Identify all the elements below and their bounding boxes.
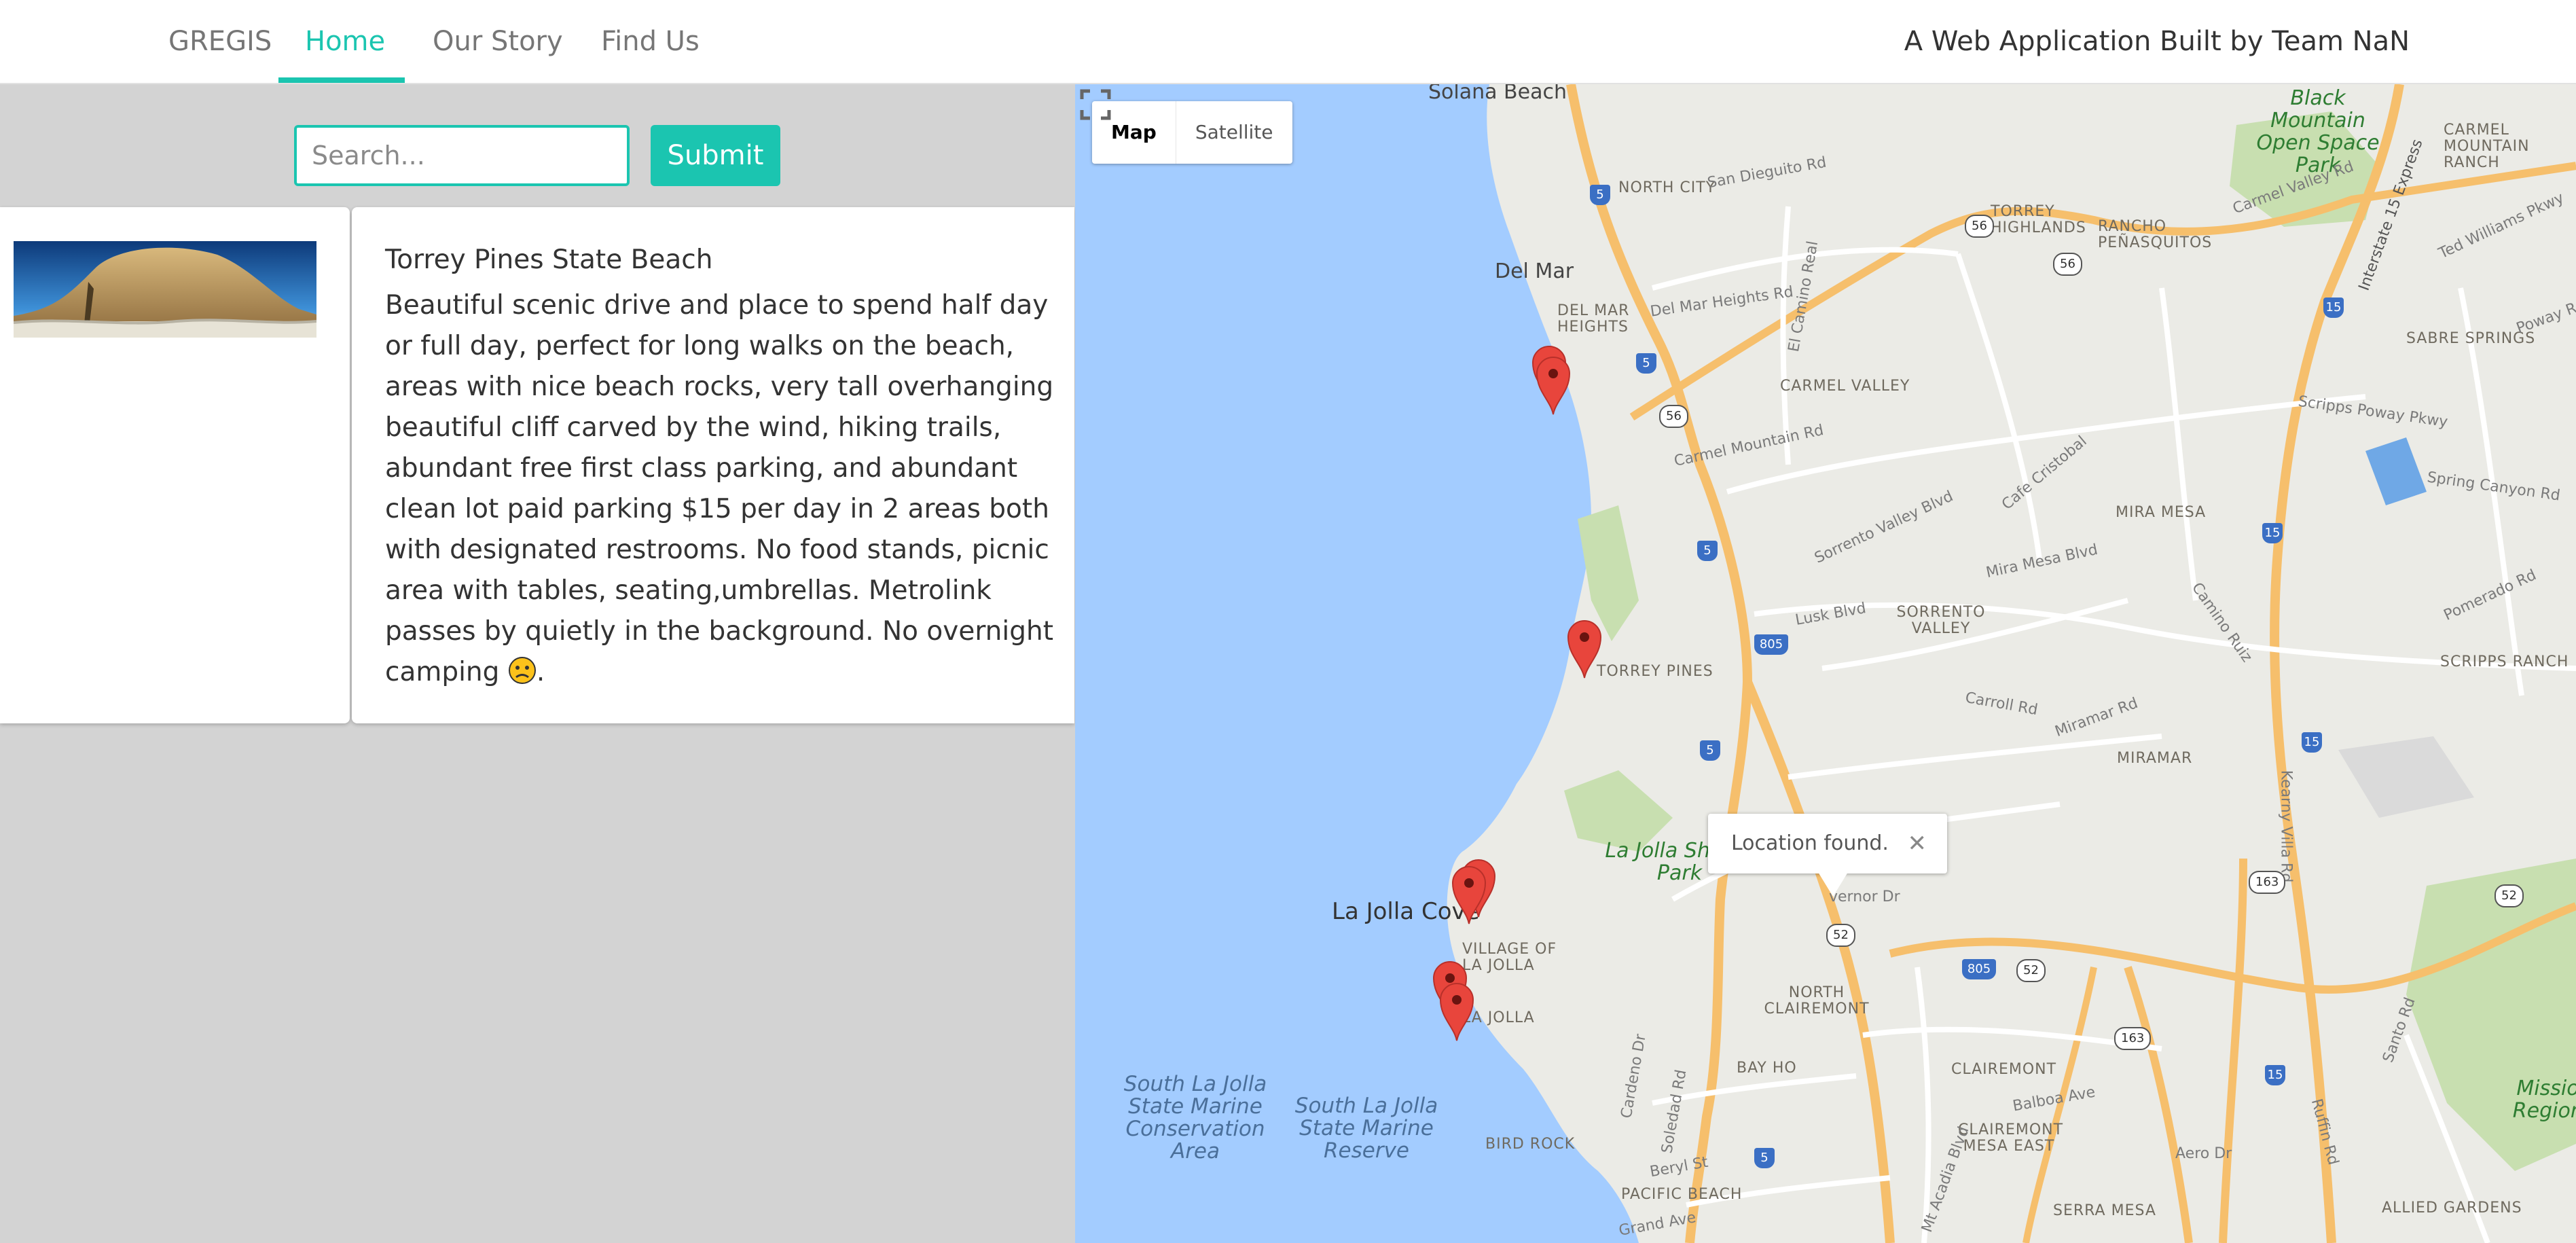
highway-5-shield-icon: 5 (1700, 740, 1720, 761)
map-label-mission-regional: Mission Regiona (2512, 1077, 2576, 1123)
highway-5-shield-icon: 5 (1636, 353, 1656, 374)
nav-active-indicator (278, 77, 405, 83)
close-icon[interactable]: ✕ (1908, 814, 1927, 873)
highway-15-shield-icon: 15 (2323, 298, 2344, 318)
map-label-mira-mesa: MIRA MESA (2116, 504, 2207, 521)
map-type-control: Map Satellite (1092, 101, 1292, 164)
highway-15-shield-icon: 15 (2265, 1065, 2285, 1085)
highway-52-oval-icon: 52 (1826, 924, 1855, 947)
map-label-miramar: MIRAMAR (2117, 750, 2193, 767)
submit-button[interactable]: Submit (651, 125, 780, 186)
map-marker-pin-icon[interactable] (1534, 353, 1572, 416)
map-label-sorrento-valley: SORRENTO VALLEY (1896, 604, 1986, 637)
map-label-allied-gardens: ALLIED GARDENS (2382, 1200, 2522, 1217)
map-label-scripps-ranch: SCRIPPS RANCH (2440, 653, 2569, 670)
map-type-satellite-button[interactable]: Satellite (1176, 101, 1292, 164)
nav-home-link[interactable]: Home (305, 0, 385, 83)
map-label-north-city: NORTH CITY (1618, 179, 1716, 196)
location-info-window: Location found. ✕ (1708, 814, 1947, 873)
highway-15-shield-icon: 15 (2302, 732, 2322, 753)
highway-52-oval-icon: 52 (2495, 884, 2524, 907)
highway-805-shield-icon: 805 (1962, 959, 1996, 979)
map-label-solana-beach: Solana Beach (1428, 84, 1567, 104)
landscape-photo-icon[interactable] (14, 241, 316, 338)
map-label-carmel-valley: CARMEL VALLEY (1780, 378, 1910, 395)
road-label-kearny-villa: Kearny Villa Rd (2277, 770, 2295, 883)
nav-tagline: A Web Application Built by Team NaN (1904, 26, 2410, 57)
map-label-rancho-penasquitos: RANCHO PEÑASQUITOS (2098, 218, 2213, 251)
map-view[interactable]: Solana Beach NORTH CITY Del Mar DEL MAR … (1075, 84, 2576, 1243)
map-label-black-mountain: Black Mountain Open Space Park (2256, 86, 2380, 177)
nav-our-story-link[interactable]: Our Story (433, 0, 563, 83)
map-label-south-lj-reserve: South La Jolla State Marine Reserve (1294, 1094, 1438, 1163)
map-label-torrey-highlands: TORREY HIGHLANDS (1991, 203, 2086, 236)
highway-52-oval-icon: 52 (2016, 959, 2046, 982)
map-marker-pin-icon[interactable] (1450, 863, 1488, 925)
map-label-del-mar: Del Mar (1495, 259, 1574, 283)
map-label-south-lj-conservation: South La Jolla State Marine Conservation… (1123, 1072, 1267, 1164)
map-label-del-mar-heights: DEL MAR HEIGHTS (1557, 302, 1630, 336)
nav-brand-link[interactable]: GREGIS (168, 0, 272, 83)
highway-163-oval-icon: 163 (2114, 1027, 2152, 1050)
map-label-village-of-la-jolla: VILLAGE OF LA JOLLA (1462, 941, 1557, 974)
map-label-clairemont: CLAIREMONT (1951, 1061, 2057, 1078)
result-description-end: . (536, 657, 545, 687)
result-description-text: Beautiful scenic drive and place to spen… (385, 290, 1054, 687)
map-label-serra-mesa: SERRA MESA (2053, 1202, 2156, 1219)
highway-15-shield-icon: 15 (2262, 523, 2283, 543)
frowning-face-emoji-icon (508, 656, 537, 685)
map-label-clairemont-mesa-east: CLAIREMONT MESA EAST (1958, 1121, 2064, 1155)
map-label-pacific-beach: PACIFIC BEACH (1621, 1186, 1743, 1203)
map-base-layer (1075, 84, 2576, 1243)
nav-find-us-link[interactable]: Find Us (601, 0, 700, 83)
road-label-aero-dr: Aero Dr (2175, 1145, 2232, 1162)
highway-163-oval-icon: 163 (2249, 871, 2286, 894)
search-input[interactable] (294, 125, 630, 186)
highway-56-oval-icon: 56 (1659, 405, 1688, 428)
highway-5-shield-icon: 5 (1754, 1148, 1775, 1168)
result-description: Beautiful scenic drive and place to spen… (385, 285, 1064, 693)
map-marker-pin-icon[interactable] (1565, 617, 1603, 679)
highway-805-shield-icon: 805 (1754, 634, 1788, 655)
highway-56-oval-icon: 56 (1965, 215, 1994, 238)
map-label-torrey-pines: TORREY PINES (1597, 663, 1713, 680)
result-title[interactable]: Torrey Pines State Beach (385, 245, 1057, 275)
info-window-pointer (1818, 872, 1848, 897)
map-marker-pin-icon[interactable] (1438, 979, 1476, 1042)
map-label-bird-rock: BIRD ROCK (1485, 1136, 1576, 1153)
map-label-sabre-springs: SABRE SPRINGS (2406, 330, 2536, 347)
map-label-bay-ho: BAY HO (1737, 1060, 1797, 1077)
highway-56-oval-icon: 56 (2053, 253, 2082, 276)
fullscreen-icon[interactable] (1075, 84, 1116, 125)
info-window-text: Location found. (1731, 831, 1889, 855)
highway-5-shield-icon: 5 (1590, 185, 1610, 205)
map-label-north-clairemont: NORTH CLAIREMONT (1764, 984, 1870, 1017)
highway-5-shield-icon: 5 (1697, 541, 1718, 561)
map-label-carmel-mountain-ranch: CARMEL MOUNTAIN RANCH (2444, 122, 2530, 171)
top-navbar: GREGIS Home Our Story Find Us A Web Appl… (0, 0, 2576, 84)
